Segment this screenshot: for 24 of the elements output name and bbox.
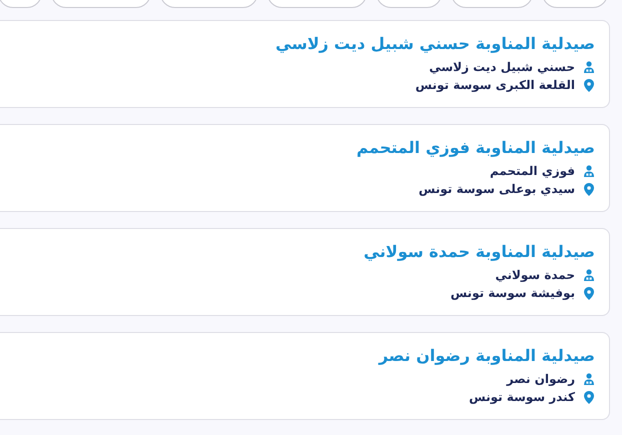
pharmacy-card[interactable]: صيدلية المناوبة فوزي المتحمم فوزي المتحمم سيدي بوعلى سوسة تونس <box>0 124 610 212</box>
address-text: سيدي بوعلى سوسة تونس <box>418 182 575 196</box>
pharmacy-name: صيدلية المناوبة حمدة سولاني <box>364 241 595 263</box>
pharmacy-card[interactable]: صيدلية المناوبة رضوان نصر رضوان نصر كندر سوسة تونس <box>0 332 610 420</box>
pharmacist-icon <box>583 269 595 281</box>
pharmacist-icon <box>583 61 595 73</box>
owner-name: فوزي المتحمم <box>490 164 575 178</box>
pharmacy-name: صيدلية المناوبة فوزي المتحمم <box>356 137 595 159</box>
address-text: القلعة الكبرى سوسة تونس <box>415 78 575 92</box>
pharmacy-name: صيدلية المناوبة حسني شبيل ديت زلاسي <box>275 33 595 55</box>
pharmacy-name: صيدلية المناوبة رضوان نصر <box>378 345 595 367</box>
location-icon <box>583 390 595 404</box>
address-text: بوفيشة سوسة تونس <box>450 286 575 300</box>
pharmacy-card[interactable]: صيدلية المناوبة حسني شبيل ديت زلاسي حسني شبيل ديت زلاسي القلعة الكبرى سوسة تونس <box>0 20 610 108</box>
pharmacist-icon <box>583 165 595 177</box>
location-icon <box>583 182 595 196</box>
location-icon <box>583 286 595 300</box>
pharmacy-card[interactable]: صيدلية المناوبة حمدة سولاني حمدة سولاني بوفيشة سوسة تونس <box>0 228 610 316</box>
owner-name: حمدة سولاني <box>495 268 575 282</box>
location-icon <box>583 78 595 92</box>
owner-name: رضوان نصر <box>506 372 575 386</box>
address-text: كندر سوسة تونس <box>469 390 575 404</box>
owner-name: حسني شبيل ديت زلاسي <box>429 60 575 74</box>
pharmacist-icon <box>583 373 595 385</box>
